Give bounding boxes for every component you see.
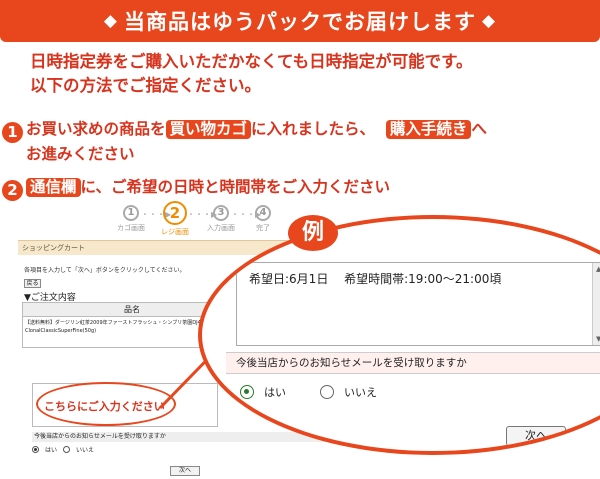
mail-question-zoom: 今後当店からのお知らせメールを受け取りますか xyxy=(226,352,600,374)
page: ◆ 当商品はゆうパックでお届けします ◆ 日時指定券をご購入いただかなくても日時… xyxy=(0,0,600,479)
zoom-bubble: 希望日:6月1日 希望時間帯:19:00～21:00頃 ▲▼ 今後当店からのお知… xyxy=(198,215,600,455)
yes-radio[interactable] xyxy=(240,385,254,399)
scroll-up-icon[interactable]: ▲ xyxy=(596,265,600,273)
scroll-down-icon[interactable]: ▼ xyxy=(596,335,600,343)
no-radio[interactable] xyxy=(320,385,334,399)
scrollbar[interactable]: ▲▼ xyxy=(592,263,600,345)
yes-label: はい xyxy=(264,386,286,399)
no-label: いいえ xyxy=(344,386,377,399)
next-button-zoom[interactable]: 次へ xyxy=(506,426,566,446)
example-badge: 例 xyxy=(288,215,338,251)
mail-radio-group-zoom: はい いいえ xyxy=(240,384,377,400)
comment-example: 希望日:6月1日 希望時間帯:19:00～21:00頃 xyxy=(249,272,502,286)
